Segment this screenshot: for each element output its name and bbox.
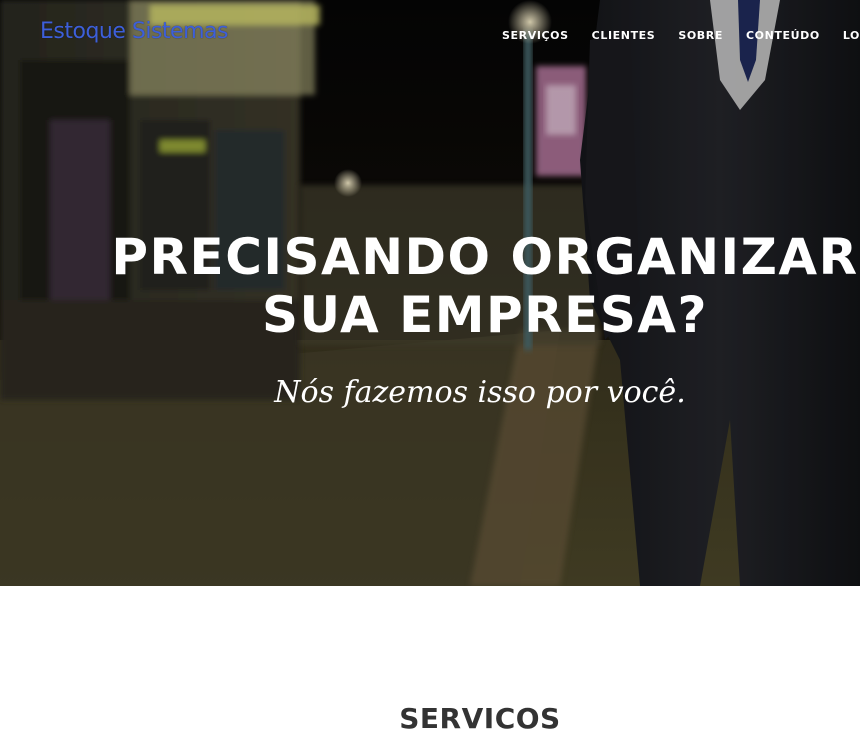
nav-item-servicos[interactable]: SERVIÇOS — [502, 29, 569, 42]
hero-section: Estoque Sistemas SERVIÇOS CLIENTES SOBRE… — [0, 0, 860, 586]
hero-subheading: Nós fazemos isso por você. — [274, 375, 686, 410]
hero-heading: PRECISANDO ORGANIZAR SUA EMPRESA? — [0, 228, 860, 344]
nav-item-conteudo[interactable]: CONTEÚDO — [746, 29, 820, 42]
nav-item-localizacao[interactable]: LOCALIZAÇÃO — [843, 29, 860, 42]
nav-item-sobre[interactable]: SOBRE — [678, 29, 723, 42]
services-title: SERVICOS — [399, 702, 561, 735]
navbar: Estoque Sistemas SERVIÇOS CLIENTES SOBRE… — [0, 0, 860, 70]
hero-heading-line2: SUA EMPRESA? — [261, 286, 709, 344]
services-section: SERVICOS — [0, 586, 860, 735]
brand-logo[interactable]: Estoque Sistemas — [40, 19, 228, 44]
nav-item-clientes[interactable]: CLIENTES — [592, 29, 656, 42]
hero-heading-line1: PRECISANDO ORGANIZAR — [111, 228, 859, 286]
nav-links: SERVIÇOS CLIENTES SOBRE CONTEÚDO LOCALIZ… — [502, 29, 860, 42]
